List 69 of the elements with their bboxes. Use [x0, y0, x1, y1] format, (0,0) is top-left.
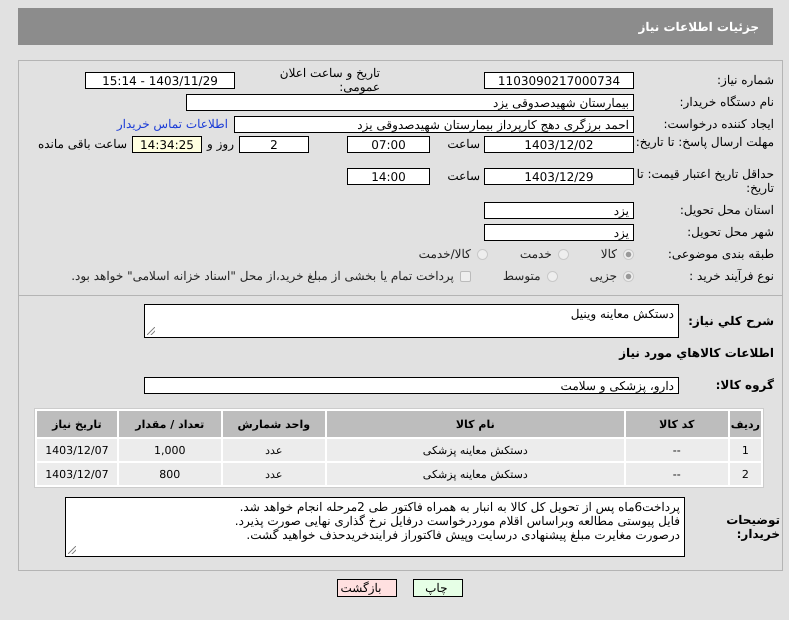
province-field: یزد — [484, 202, 634, 218]
checkbox-label: پرداخت تمام یا بخشی از مبلغ خرید،از محل "اسناد خزانه اسلامی" خواهد بود. — [71, 269, 454, 283]
radio-label: کالا/خدمت — [418, 247, 471, 261]
announce-date-field: 1403/11/29 - 15:14 — [85, 72, 235, 88]
time-field: 14:00 — [347, 168, 430, 185]
checkbox[interactable] — [460, 270, 471, 282]
field-label: تاریخ و ساعت اعلان عمومی: — [278, 66, 380, 94]
field-label: نام دستگاه خریدار: — [678, 95, 774, 109]
contact-link[interactable]: اطلاعات تماس خریدار — [116, 117, 228, 131]
table-cell: 1,000 — [118, 439, 221, 461]
column-header: نام کالا — [326, 411, 624, 437]
field-label: شماره نیاز: — [716, 73, 774, 87]
table-cell: عدد — [222, 463, 325, 485]
back-button[interactable]: بازگشت — [336, 579, 396, 597]
column-header: کد کالا — [626, 411, 728, 437]
days-field: 2 — [239, 136, 309, 153]
table-cell: -- — [626, 463, 728, 485]
field-label: شرح کلي نياز: — [687, 314, 774, 328]
description-field[interactable]: دستکش معاینه وینیل — [144, 304, 679, 338]
field-label: شهر محل تحویل: — [686, 225, 774, 239]
time-label: ساعت — [446, 137, 480, 151]
field-label: طبقه بندی موضوعی: — [666, 247, 774, 261]
time-label: ساعت — [446, 169, 480, 183]
column-header: تاریخ نیاز — [37, 411, 117, 437]
table-cell: 800 — [118, 463, 221, 485]
radio-button[interactable] — [623, 270, 634, 282]
date-field: 1403/12/29 — [484, 168, 634, 185]
table-cell: 1403/12/07 — [37, 439, 117, 461]
buyer-notes-field[interactable]: پرداخت6ماه پس از تحویل کل کالا به انبار به همراه فاکتور طی 2مرحله انجام خواهد شد. فایل پیوستی مطالعه وبراساس اقلام موردرخواست درفایل نرخ گذاری نهایی صورت پذیرد. درصورت مغایرت مبلغ پیشنهادی درسایت وپیش فاکتوراز فرایندخریدحذف خواهید گشت. — [65, 497, 685, 557]
radio-label: متوسط — [502, 269, 541, 283]
remaining-time-field: 14:34:25 — [132, 136, 202, 153]
table-cell: عدد — [222, 439, 325, 461]
column-header: ردیف — [730, 411, 761, 437]
radio-label: جزیی — [590, 269, 617, 283]
field-label: استان محل تحویل: — [678, 203, 774, 217]
remaining-label: ساعت باقی مانده — [38, 137, 127, 151]
radio-button[interactable] — [623, 248, 634, 260]
table-cell: دستکش معاینه پزشکی — [326, 463, 624, 485]
radio-label: خدمت — [520, 247, 552, 261]
city-field: یزد — [484, 224, 634, 240]
goods-group-field: دارو، پزشکی و سلامت — [144, 376, 679, 394]
field-label: توضیحات خریدار: — [725, 513, 780, 541]
resize-handle-icon — [68, 546, 76, 554]
print-button[interactable]: چاپ — [412, 579, 462, 597]
field-label: گروه کالا: — [714, 378, 774, 392]
field-label: حداقل تاریخ اعتبار قیمت: تا تاریخ: — [636, 167, 774, 195]
table-cell: 1 — [730, 439, 761, 461]
date-field: 1403/12/02 — [484, 136, 634, 153]
table-cell: 2 — [730, 463, 761, 485]
buyer-org-field: بیمارستان شهیدصدوقی یزد — [186, 94, 634, 110]
table-cell: 1403/12/07 — [37, 463, 117, 485]
field-label: مهلت ارسال پاسخ: تا تاریخ: — [634, 135, 774, 149]
requester-field: احمد برزگری دهج کارپرداز بیمارستان شهیدصدوقی یزد — [234, 116, 634, 132]
days-label: روز و — [207, 137, 234, 151]
column-header: واحد شمارش — [222, 411, 325, 437]
need-number-field: 1103090217000734 — [484, 72, 634, 88]
page-title: جزئیات اطلاعات نیاز — [638, 20, 759, 34]
field-label: ایجاد کننده درخواست: — [662, 117, 774, 131]
resize-handle-icon — [147, 327, 155, 335]
radio-label: کالا — [600, 247, 617, 261]
radio-button[interactable] — [546, 270, 558, 282]
table-cell: -- — [626, 439, 728, 461]
column-header: تعداد / مقدار — [118, 411, 221, 437]
radio-button[interactable] — [558, 248, 569, 260]
field-label: نوع فرآیند خرید : — [688, 269, 774, 283]
radio-button[interactable] — [476, 248, 488, 260]
section-heading: اطلاعات کالاهاي مورد نياز — [618, 346, 774, 360]
time-field: 07:00 — [347, 136, 430, 153]
table-cell: دستکش معاینه پزشکی — [326, 439, 624, 461]
